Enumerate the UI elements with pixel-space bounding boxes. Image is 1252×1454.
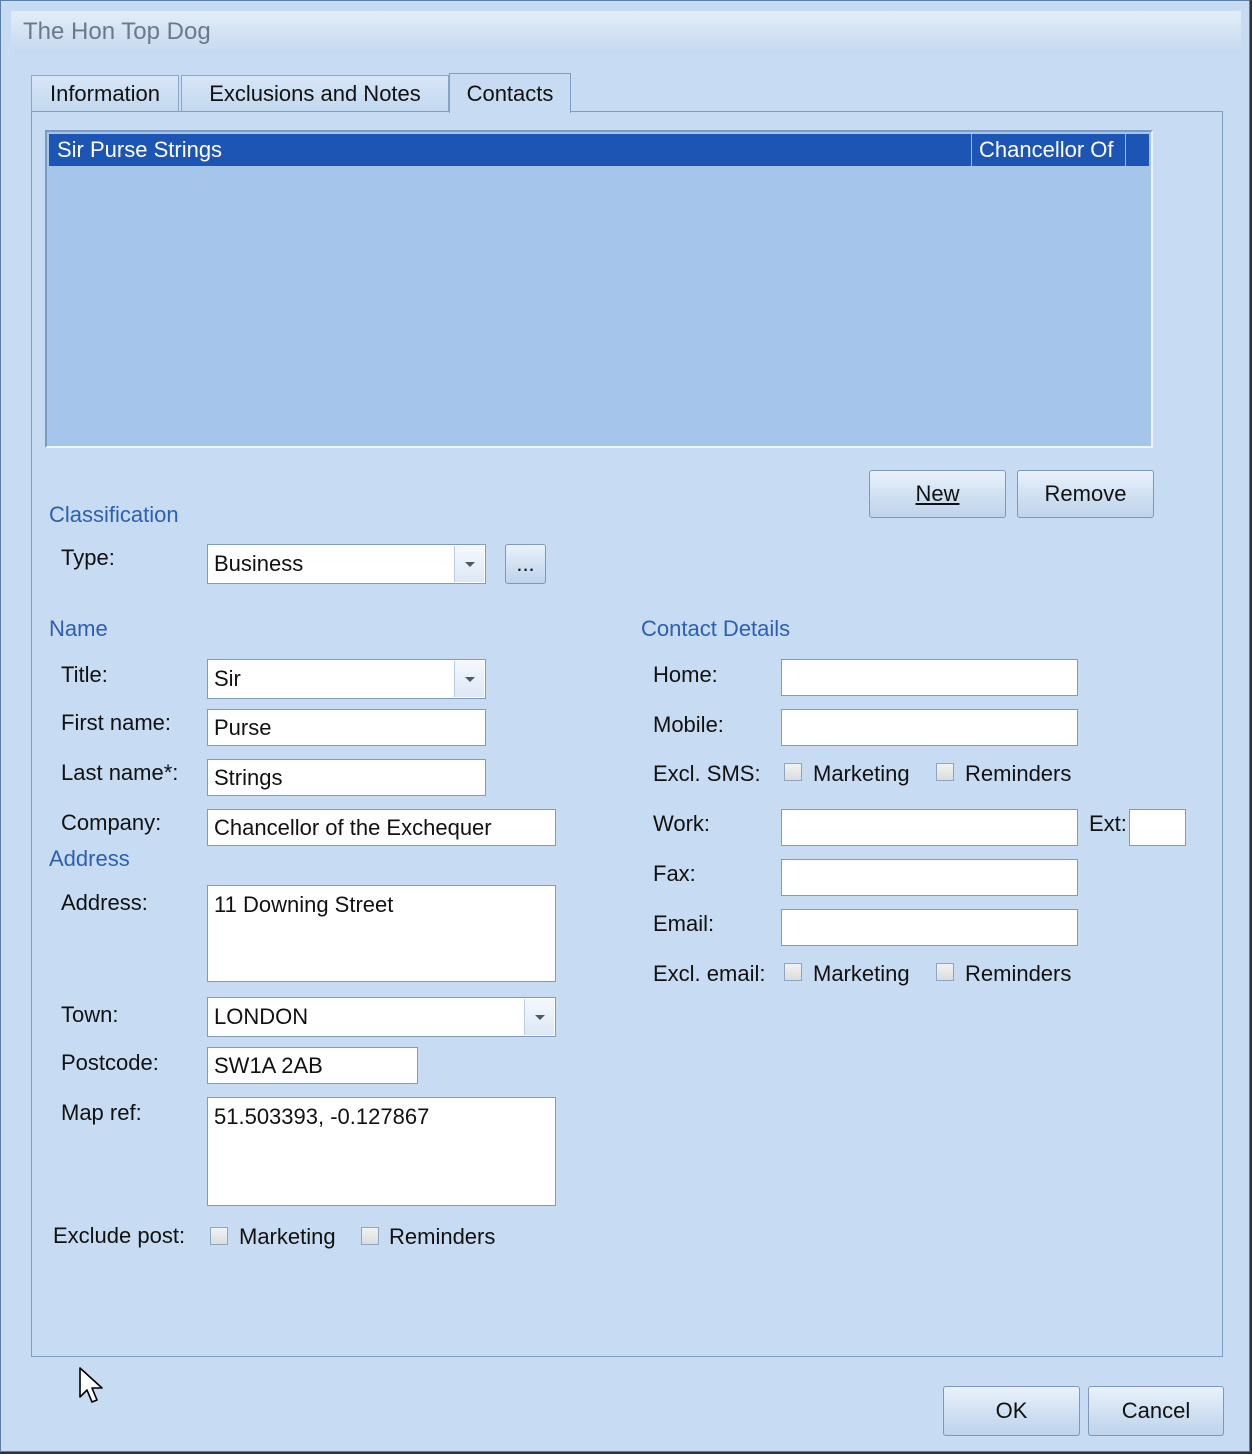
window-title: The Hon Top Dog	[23, 18, 211, 45]
ellipsis-label: ...	[516, 551, 535, 576]
column-divider	[1125, 134, 1126, 166]
excl-email-marketing-checkbox[interactable]	[784, 963, 802, 981]
type-browse-button[interactable]: ...	[505, 544, 546, 584]
title-bar[interactable]: The Hon Top Dog	[11, 11, 1241, 53]
address-label: Address:	[61, 890, 148, 915]
town-label: Town:	[61, 1002, 119, 1027]
contacts-list[interactable]: Sir Purse Strings Chancellor Of	[45, 130, 1153, 448]
town-value: LONDON	[214, 1004, 309, 1029]
new-contact-button[interactable]: New	[869, 470, 1006, 518]
ext-label: Ext:	[1089, 811, 1127, 836]
excl-sms-reminders-checkbox[interactable]	[936, 763, 954, 781]
tab-exclusions-and-notes[interactable]: Exclusions and Notes	[181, 75, 449, 111]
mobile-label: Mobile:	[653, 712, 724, 737]
fax-label: Fax:	[653, 861, 696, 886]
exclude-post-marketing-label: Marketing	[239, 1224, 336, 1249]
postcode-label: Postcode:	[61, 1050, 159, 1075]
type-value: Business	[214, 551, 304, 576]
company-label: Company:	[61, 810, 162, 835]
type-select[interactable]: Business	[207, 544, 486, 584]
town-select[interactable]: LONDON	[207, 997, 556, 1037]
excl-sms-marketing-label: Marketing	[813, 761, 910, 786]
first-name-field[interactable]: Purse	[207, 709, 486, 746]
work-label: Work:	[653, 811, 711, 836]
contact-role-cell: Chancellor Of	[979, 137, 1114, 162]
first-name-label: First name:	[61, 710, 172, 735]
mouse-pointer-icon	[79, 1367, 103, 1403]
contact-list-row[interactable]: Sir Purse Strings Chancellor Of	[49, 134, 1149, 166]
excl-sms-label: Excl. SMS:	[653, 761, 761, 786]
chevron-down-icon	[464, 676, 475, 682]
title-dropdown-button[interactable]	[454, 661, 484, 697]
email-field[interactable]	[781, 909, 1078, 946]
tab-contacts[interactable]: Contacts	[449, 73, 571, 113]
classification-heading: Classification	[49, 502, 179, 527]
exclude-post-reminders-checkbox[interactable]	[361, 1227, 379, 1245]
work-phone-field[interactable]	[781, 809, 1078, 846]
email-label: Email:	[653, 911, 715, 936]
tab-information[interactable]: Information	[31, 75, 179, 111]
fax-field[interactable]	[781, 859, 1078, 896]
last-name-label: Last name*:	[61, 760, 179, 785]
ok-button[interactable]: OK	[943, 1386, 1080, 1436]
map-ref-label: Map ref:	[61, 1100, 142, 1125]
contact-details-heading: Contact Details	[641, 616, 791, 641]
title-select[interactable]: Sir	[207, 659, 486, 699]
column-divider	[971, 134, 972, 166]
excl-sms-marketing-checkbox[interactable]	[784, 763, 802, 781]
address-field[interactable]: 11 Downing Street	[207, 885, 556, 982]
excl-email-label: Excl. email:	[653, 961, 766, 986]
name-heading: Name	[49, 616, 108, 641]
type-dropdown-button[interactable]	[454, 546, 484, 582]
postcode-field[interactable]: SW1A 2AB	[207, 1047, 418, 1084]
title-value: Sir	[214, 666, 241, 691]
contact-dialog-window: The Hon Top Dog Information Exclusions a…	[0, 0, 1250, 1452]
excl-email-reminders-checkbox[interactable]	[936, 963, 954, 981]
excl-email-reminders-label: Reminders	[965, 961, 1072, 986]
mobile-phone-field[interactable]	[781, 709, 1078, 746]
home-label: Home:	[653, 662, 718, 687]
town-dropdown-button[interactable]	[524, 999, 554, 1035]
ok-button-label: OK	[995, 1398, 1028, 1423]
address-heading: Address	[49, 846, 130, 871]
type-label: Type:	[61, 545, 115, 570]
remove-contact-button[interactable]: Remove	[1017, 470, 1154, 518]
map-ref-field[interactable]: 51.503393, -0.127867	[207, 1097, 556, 1206]
title-label: Title:	[61, 662, 108, 687]
exclude-post-label: Exclude post:	[53, 1223, 186, 1248]
home-phone-field[interactable]	[781, 659, 1078, 696]
exclude-post-reminders-label: Reminders	[389, 1224, 496, 1249]
ext-field[interactable]	[1129, 809, 1186, 846]
excl-email-marketing-label: Marketing	[813, 961, 910, 986]
last-name-field[interactable]: Strings	[207, 759, 486, 796]
excl-sms-reminders-label: Reminders	[965, 761, 1072, 786]
cancel-button-label: Cancel	[1121, 1398, 1191, 1423]
chevron-down-icon	[464, 561, 475, 567]
company-field[interactable]: Chancellor of the Exchequer	[207, 809, 556, 846]
contact-name-cell: Sir Purse Strings	[57, 137, 223, 162]
remove-button-label: Remove	[1044, 481, 1127, 506]
chevron-down-icon	[534, 1014, 545, 1020]
new-button-label: New	[915, 481, 960, 506]
exclude-post-marketing-checkbox[interactable]	[210, 1227, 228, 1245]
cancel-button[interactable]: Cancel	[1088, 1386, 1224, 1436]
